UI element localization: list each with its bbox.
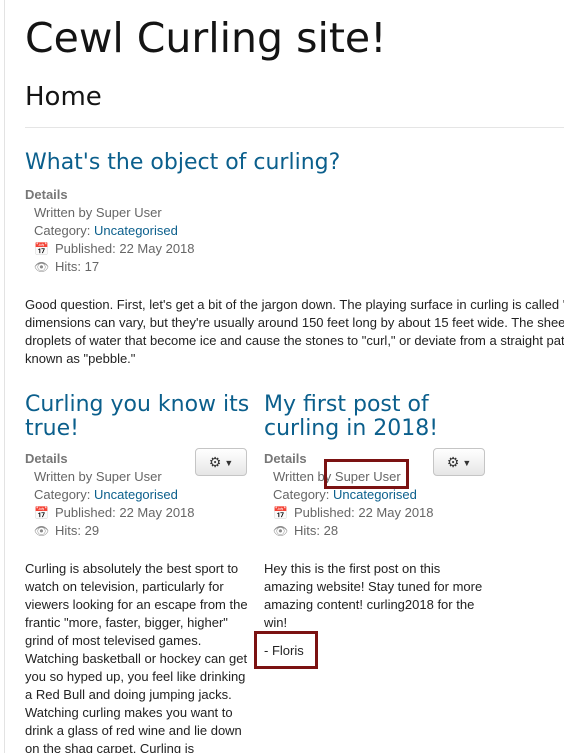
page-header-divider: [25, 127, 564, 128]
article-body: Curling is absolutely the best sport to …: [25, 560, 253, 753]
article-title: What's the object of curling?: [25, 151, 564, 175]
calendar-icon: 📅: [273, 506, 288, 520]
article-title-link[interactable]: What's the object of curling?: [25, 150, 340, 175]
published-line: 📅 Published: 22 May 2018: [34, 505, 195, 520]
article-tools-button[interactable]: ⚙ ▼: [433, 448, 485, 476]
page-heading: Home: [25, 82, 102, 112]
category-link[interactable]: Uncategorised: [94, 487, 178, 502]
article-title-link[interactable]: My first post of curling in 2018!: [264, 392, 438, 441]
category-link[interactable]: Uncategorised: [333, 487, 417, 502]
article-info: Details Written by Super User Category: …: [25, 450, 195, 540]
eye-icon: 👁: [273, 524, 289, 538]
author-name: Super User: [95, 205, 162, 220]
article-tools-button[interactable]: ⚙ ▼: [195, 448, 247, 476]
body-paragraph: Hey this is the first post on this amazi…: [264, 561, 483, 630]
hits-line: 👁 Hits: 28: [273, 523, 339, 538]
details-label: Details: [25, 451, 68, 466]
author-highlight-box: [324, 459, 409, 489]
details-label: Details: [25, 187, 68, 202]
hits-line: 👁 Hits: 29: [34, 523, 100, 538]
author-line: Written by Super User: [34, 205, 162, 220]
author-name: Super User: [95, 469, 162, 484]
author-line: Written by Super User: [34, 469, 162, 484]
body-line: known as "pebble.": [25, 351, 136, 366]
article-title-link[interactable]: Curling you know its true!: [25, 392, 249, 441]
category-line: Category: Uncategorised: [34, 487, 178, 502]
caret-down-icon: ▼: [224, 458, 234, 468]
published-line: 📅 Published: 22 May 2018: [34, 241, 195, 256]
category-line: Category: Uncategorised: [34, 223, 178, 238]
category-link[interactable]: Uncategorised: [94, 223, 178, 238]
hits-line: 👁 Hits: 17: [34, 259, 100, 274]
article-info: Details Written by Super User Category: …: [25, 186, 195, 276]
eye-icon: 👁: [34, 524, 50, 538]
article-title: My first post of curling in 2018!: [264, 393, 489, 441]
eye-icon: 👁: [34, 260, 50, 274]
body-line: droplets of water that become ice and ca…: [25, 333, 564, 348]
article-title: Curling you know its true!: [25, 393, 250, 441]
gear-icon: ⚙: [208, 454, 222, 470]
gear-icon: ⚙: [446, 454, 460, 470]
calendar-icon: 📅: [34, 242, 49, 256]
left-border: [4, 0, 5, 753]
caret-down-icon: ▼: [462, 458, 472, 468]
body-line: dimensions can vary, but they're usually…: [25, 315, 564, 330]
body-line: Good question. First, let's get a bit of…: [25, 297, 564, 312]
published-line: 📅 Published: 22 May 2018: [273, 505, 434, 520]
article-body: Hey this is the first post on this amazi…: [264, 560, 489, 632]
site-title: Cewl Curling site!: [25, 14, 387, 62]
calendar-icon: 📅: [34, 506, 49, 520]
signature-highlight-box: [254, 631, 318, 669]
article-body: Good question. First, let's get a bit of…: [25, 296, 564, 368]
body-paragraph: Curling is absolutely the best sport to …: [25, 561, 248, 753]
